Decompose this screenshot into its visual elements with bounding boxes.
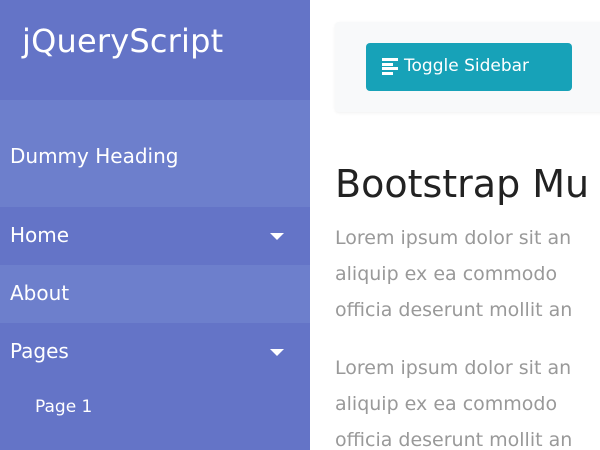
- main-content: Toggle Sidebar Bootstrap Mu Lorem ipsum …: [310, 0, 600, 450]
- sidebar-item-label: Home: [10, 223, 70, 247]
- sidebar-heading: Dummy Heading: [10, 144, 179, 168]
- paragraph-line: officia deserunt mollit an: [335, 429, 573, 450]
- sidebar-item-pages[interactable]: Pages: [0, 323, 310, 381]
- sidebar-header: jQueryScript: [0, 0, 310, 100]
- sidebar-item-about[interactable]: About: [0, 265, 310, 323]
- sidebar-item-home[interactable]: Home: [0, 207, 310, 265]
- toggle-sidebar-button[interactable]: Toggle Sidebar: [366, 43, 572, 91]
- paragraph: Lorem ipsum dolor sit an aliquip ex ea c…: [335, 350, 600, 450]
- sidebar-item-label: About: [10, 281, 70, 305]
- paragraph: Lorem ipsum dolor sit an aliquip ex ea c…: [335, 220, 600, 328]
- align-left-icon: [382, 58, 398, 75]
- sidebar-subitem-page-1[interactable]: Page 1: [0, 381, 310, 433]
- paragraph-line: Lorem ipsum dolor sit an: [335, 227, 572, 249]
- caret-down-icon: [270, 233, 284, 240]
- brand-title: jQueryScript: [22, 22, 224, 60]
- toggle-sidebar-label: Toggle Sidebar: [404, 56, 530, 76]
- sidebar: jQueryScript Dummy Heading Home About Pa…: [0, 0, 310, 450]
- sidebar-item-label: Pages: [10, 339, 69, 363]
- paragraph-line: Lorem ipsum dolor sit an: [335, 357, 572, 379]
- sidebar-subitem-label: Page 1: [35, 397, 93, 417]
- top-navbar: Toggle Sidebar: [335, 22, 600, 112]
- page-title: Bootstrap Mu: [335, 162, 590, 206]
- caret-down-icon: [270, 349, 284, 356]
- paragraph-line: aliquip ex ea commodo: [335, 263, 558, 285]
- paragraph-line: aliquip ex ea commodo: [335, 393, 558, 415]
- paragraph-line: officia deserunt mollit an: [335, 299, 573, 321]
